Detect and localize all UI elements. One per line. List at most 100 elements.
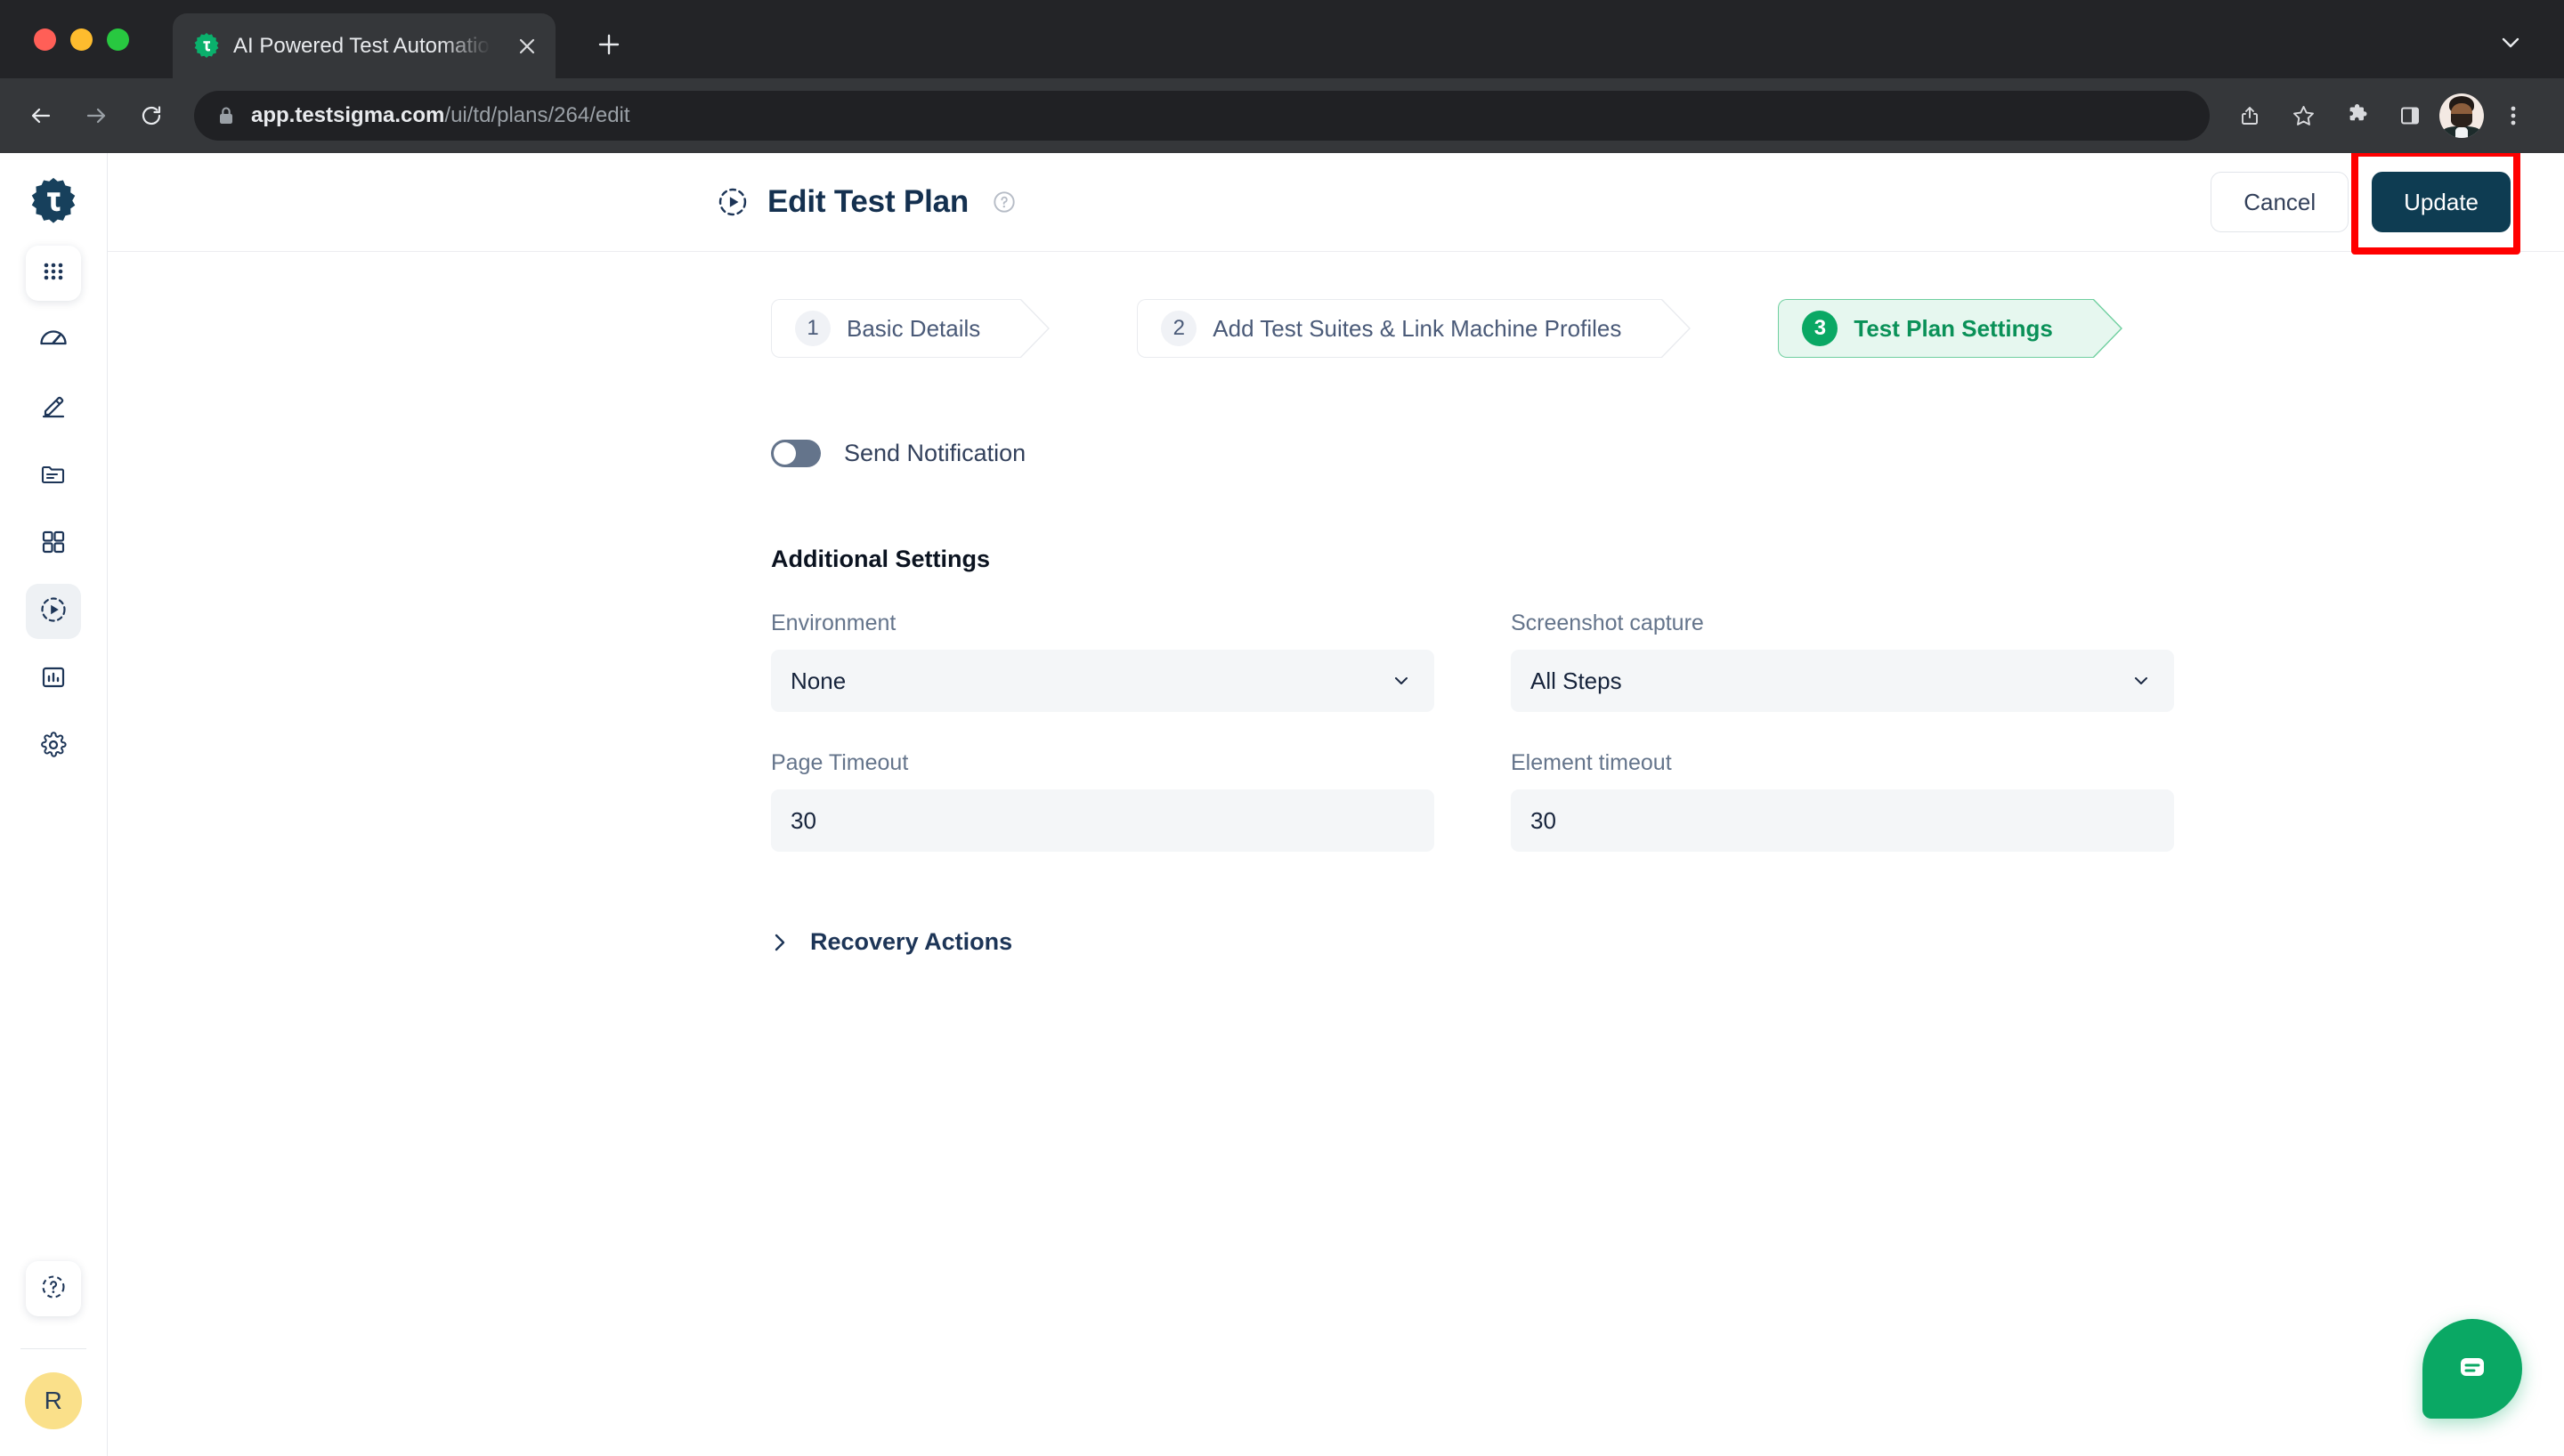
close-icon[interactable] <box>511 30 543 62</box>
cancel-button[interactable]: Cancel <box>2211 172 2349 232</box>
side-panel-icon[interactable] <box>2386 92 2434 140</box>
browser-toolbar: app.testsigma.com/ui/td/plans/264/edit <box>0 78 2564 153</box>
page-title: Edit Test Plan <box>767 184 970 219</box>
folder-icon <box>39 460 68 493</box>
wizard-stepper: 1 Basic Details 2 Add Test Suites & Link… <box>771 299 2564 358</box>
additional-settings-title: Additional Settings <box>771 546 990 572</box>
minimize-window-button[interactable] <box>70 28 93 51</box>
url-path: /ui/td/plans/264/edit <box>444 103 630 127</box>
page-content: Edit Test Plan Cancel Update 1 Basic Det… <box>108 153 2564 1456</box>
page-title-group: Edit Test Plan <box>716 184 1017 220</box>
sidebar-item-help[interactable] <box>26 1261 81 1316</box>
page-timeout-value: 30 <box>791 806 816 834</box>
step-basic-details[interactable]: 1 Basic Details <box>771 299 1051 358</box>
field-element-timeout: Element timeout 30 <box>1511 750 2174 852</box>
new-tab-button[interactable] <box>588 23 630 66</box>
chat-bubble-icon <box>2452 1347 2493 1392</box>
page-viewport: R Edit Test Plan Cancel Update 1 Basic D… <box>0 153 2564 1456</box>
app-sidebar: R <box>0 153 108 1456</box>
chevron-down-icon <box>2131 671 2151 691</box>
address-bar[interactable]: app.testsigma.com/ui/td/plans/264/edit <box>194 91 2210 141</box>
window-traffic-lights <box>34 28 129 51</box>
lock-icon <box>217 105 235 126</box>
url-text: app.testsigma.com/ui/td/plans/264/edit <box>251 103 630 128</box>
step-number: 2 <box>1161 311 1197 346</box>
update-button[interactable]: Update <box>2372 172 2511 232</box>
help-circle-icon[interactable] <box>992 190 1017 214</box>
puzzle-icon[interactable] <box>2333 92 2381 140</box>
maximize-window-button[interactable] <box>107 28 129 51</box>
pencil-icon <box>39 392 68 425</box>
toggle-knob <box>774 442 796 465</box>
field-page-timeout: Page Timeout 30 <box>771 750 1434 852</box>
step-arrow-icon <box>1020 299 1051 358</box>
tab-title: AI Powered Test Automation Pl <box>233 33 499 58</box>
chevron-down-icon[interactable] <box>2493 25 2528 61</box>
element-timeout-input[interactable]: 30 <box>1511 789 2174 852</box>
page-timeout-input[interactable]: 30 <box>771 789 1434 852</box>
environment-value: None <box>791 667 847 694</box>
sidebar-item-settings[interactable] <box>26 719 81 774</box>
step-add-test-suites[interactable]: 2 Add Test Suites & Link Machine Profile… <box>1137 299 1692 358</box>
tab-strip: AI Powered Test Automation Pl <box>0 0 2564 78</box>
sidebar-item-reports[interactable] <box>26 651 81 707</box>
step-test-plan-settings[interactable]: 3 Test Plan Settings <box>1778 299 2122 358</box>
element-timeout-value: 30 <box>1530 806 1556 834</box>
step-label: Add Test Suites & Link Machine Profiles <box>1213 314 1622 342</box>
apps-grid-icon <box>40 258 67 289</box>
screenshot-capture-select[interactable]: All Steps <box>1511 650 2174 712</box>
user-avatar[interactable]: R <box>25 1372 82 1429</box>
step-number: 1 <box>795 311 831 346</box>
sidebar-item-apps-grid[interactable] <box>26 246 81 301</box>
step-arrow-icon <box>2092 299 2123 358</box>
help-circle-icon <box>39 1273 68 1306</box>
send-notification-toggle[interactable] <box>771 440 821 467</box>
field-label: Page Timeout <box>771 750 909 775</box>
star-icon[interactable] <box>2279 92 2327 140</box>
testsigma-logo-icon <box>192 32 221 61</box>
browser-tab[interactable]: AI Powered Test Automation Pl <box>173 13 556 78</box>
page-header-actions: Cancel Update <box>2211 153 2521 255</box>
settings-form: Send Notification Additional Settings En… <box>108 358 2564 956</box>
reload-icon[interactable] <box>126 91 176 141</box>
recovery-actions-label: Recovery Actions <box>810 928 1013 955</box>
chevron-right-icon <box>771 931 789 954</box>
step-arrow-icon <box>1661 299 1692 358</box>
chat-widget-button[interactable] <box>2422 1319 2522 1419</box>
field-label: Element timeout <box>1511 750 1672 775</box>
sidebar-item-dashboard[interactable] <box>26 313 81 368</box>
step-label: Test Plan Settings <box>1854 314 2053 342</box>
chevron-down-icon <box>1392 671 1411 691</box>
recovery-actions-accordion[interactable]: Recovery Actions <box>771 928 2564 956</box>
test-plan-run-icon <box>38 595 69 629</box>
screenshot-capture-value: All Steps <box>1530 667 1622 694</box>
three-dot-menu-icon[interactable] <box>2489 92 2537 140</box>
profile-avatar[interactable] <box>2439 93 2484 138</box>
step-label: Basic Details <box>847 314 981 342</box>
sidebar-item-test-plans[interactable] <box>26 584 81 639</box>
url-domain: app.testsigma.com <box>251 103 445 127</box>
close-window-button[interactable] <box>34 28 56 51</box>
bar-chart-icon <box>39 663 68 696</box>
sidebar-item-test-data[interactable] <box>26 449 81 504</box>
sidebar-footer: R <box>0 1261 107 1456</box>
field-label: Screenshot capture <box>1511 611 1704 635</box>
share-icon[interactable] <box>2226 92 2274 140</box>
speedometer-icon <box>38 324 69 359</box>
send-notification-label: Send Notification <box>844 440 1026 466</box>
send-notification-row: Send Notification <box>771 440 2564 467</box>
sidebar-item-test-suites[interactable] <box>26 516 81 571</box>
sidebar-divider <box>20 1348 86 1349</box>
back-arrow-icon[interactable] <box>16 91 66 141</box>
step-number: 3 <box>1802 311 1838 346</box>
browser-window: AI Powered Test Automation Pl app.testsi… <box>0 0 2564 1456</box>
testsigma-logo-icon[interactable] <box>26 174 81 230</box>
field-label: Environment <box>771 611 897 635</box>
environment-select[interactable]: None <box>771 650 1434 712</box>
settings-grid: Environment None Screenshot capture All … <box>771 611 2564 890</box>
gear-icon <box>39 731 68 764</box>
field-environment: Environment None <box>771 611 1434 712</box>
field-screenshot-capture: Screenshot capture All Steps <box>1511 611 2174 712</box>
forward-arrow-icon[interactable] <box>71 91 121 141</box>
sidebar-item-create-tests[interactable] <box>26 381 81 436</box>
